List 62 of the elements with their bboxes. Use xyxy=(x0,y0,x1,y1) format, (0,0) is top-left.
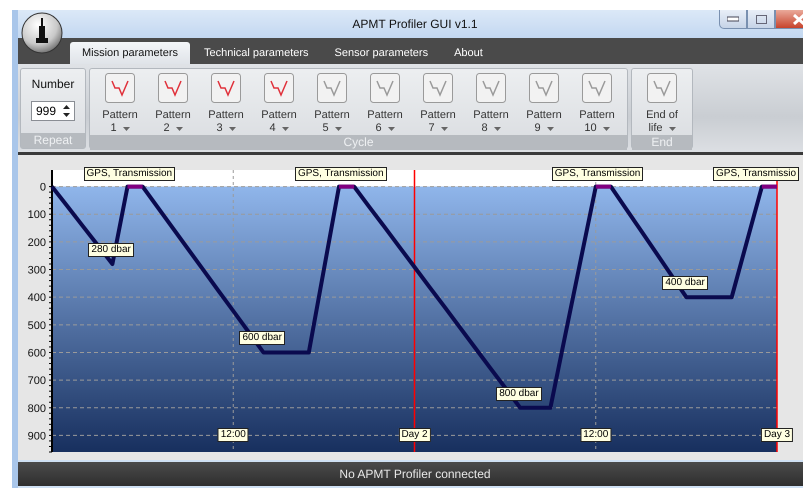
caret-icon xyxy=(602,126,610,130)
pattern-button[interactable]: Pattern 9 xyxy=(518,71,570,135)
axis-label: 100 xyxy=(28,209,46,222)
caret-icon xyxy=(334,126,342,130)
status-text: No APMT Profiler connected xyxy=(339,467,491,481)
caret-icon xyxy=(388,126,395,130)
callout-label: 280 dbar xyxy=(88,243,134,257)
axis-label: 12:00 xyxy=(580,428,612,442)
pattern-button[interactable]: Pattern 4 xyxy=(253,71,305,135)
axis-label: Day 2 xyxy=(398,428,431,442)
tab[interactable]: Mission parameters xyxy=(70,42,190,64)
window-title: APMT Profiler GUI v1.1 xyxy=(352,17,478,31)
caret-icon xyxy=(546,126,554,130)
tab[interactable]: Sensor parameters xyxy=(322,42,440,64)
spinner-arrows-icon[interactable] xyxy=(63,105,70,117)
callout-label: GPS, Transmission xyxy=(552,166,644,181)
maximize-icon xyxy=(756,14,766,24)
tab[interactable]: About xyxy=(442,42,495,64)
pattern-button[interactable]: Pattern 2 xyxy=(147,71,199,135)
axis-label: 300 xyxy=(28,264,46,277)
group-label: Cycle xyxy=(90,135,627,150)
tab[interactable]: Technical parameters xyxy=(192,42,321,64)
axis-label: 700 xyxy=(28,375,46,388)
axis-label: Day 3 xyxy=(760,428,794,442)
pattern-button[interactable]: Pattern 7 xyxy=(412,71,464,135)
pattern-button[interactable]: Pattern 3 xyxy=(200,71,252,135)
pattern-button[interactable]: Pattern 10 xyxy=(571,71,623,135)
field-label: Number xyxy=(32,77,74,91)
pattern-button[interactable]: Pattern 1 xyxy=(94,71,146,135)
app-logo-icon[interactable] xyxy=(21,12,63,54)
caret-icon xyxy=(282,126,289,130)
caret-icon xyxy=(494,126,501,130)
callout-label: GPS, Transmission xyxy=(294,166,387,181)
minimize-icon xyxy=(727,16,739,22)
pattern-button[interactable]: Pattern 5 xyxy=(306,71,358,135)
pattern-button[interactable]: Pattern 6 xyxy=(359,71,411,135)
axis-label: 600 xyxy=(28,347,46,360)
axis-label: 900 xyxy=(28,430,46,442)
axis-label: 800 xyxy=(28,402,46,415)
axis-label: 0 xyxy=(40,182,46,194)
callout-label: 600 dbar xyxy=(239,331,285,346)
caret-icon xyxy=(122,126,130,130)
axis-label: 500 xyxy=(28,320,46,332)
close-icon xyxy=(792,14,803,24)
caret-icon xyxy=(668,126,676,130)
axis-label: 200 xyxy=(28,236,46,249)
axis-label: 400 xyxy=(28,292,46,304)
caret-icon xyxy=(176,126,183,130)
caret-icon xyxy=(440,126,448,130)
callout-label: 400 dbar xyxy=(662,276,708,290)
pattern-button[interactable]: Pattern 8 xyxy=(465,71,517,135)
minimize-button[interactable] xyxy=(719,10,747,29)
callout-label: 800 dbar xyxy=(496,386,542,401)
maximize-button[interactable] xyxy=(747,10,775,29)
number-field[interactable]: 999 xyxy=(31,101,75,121)
axis-label: 12:00 xyxy=(218,428,249,442)
group-label: Repeat xyxy=(21,133,85,148)
callout-label: GPS, Transmissio xyxy=(713,166,800,181)
group-label: End xyxy=(632,135,692,150)
callout-label: GPS, Transmission xyxy=(84,166,176,181)
pattern-button[interactable]: End of life xyxy=(636,71,688,135)
caret-icon xyxy=(228,126,236,130)
